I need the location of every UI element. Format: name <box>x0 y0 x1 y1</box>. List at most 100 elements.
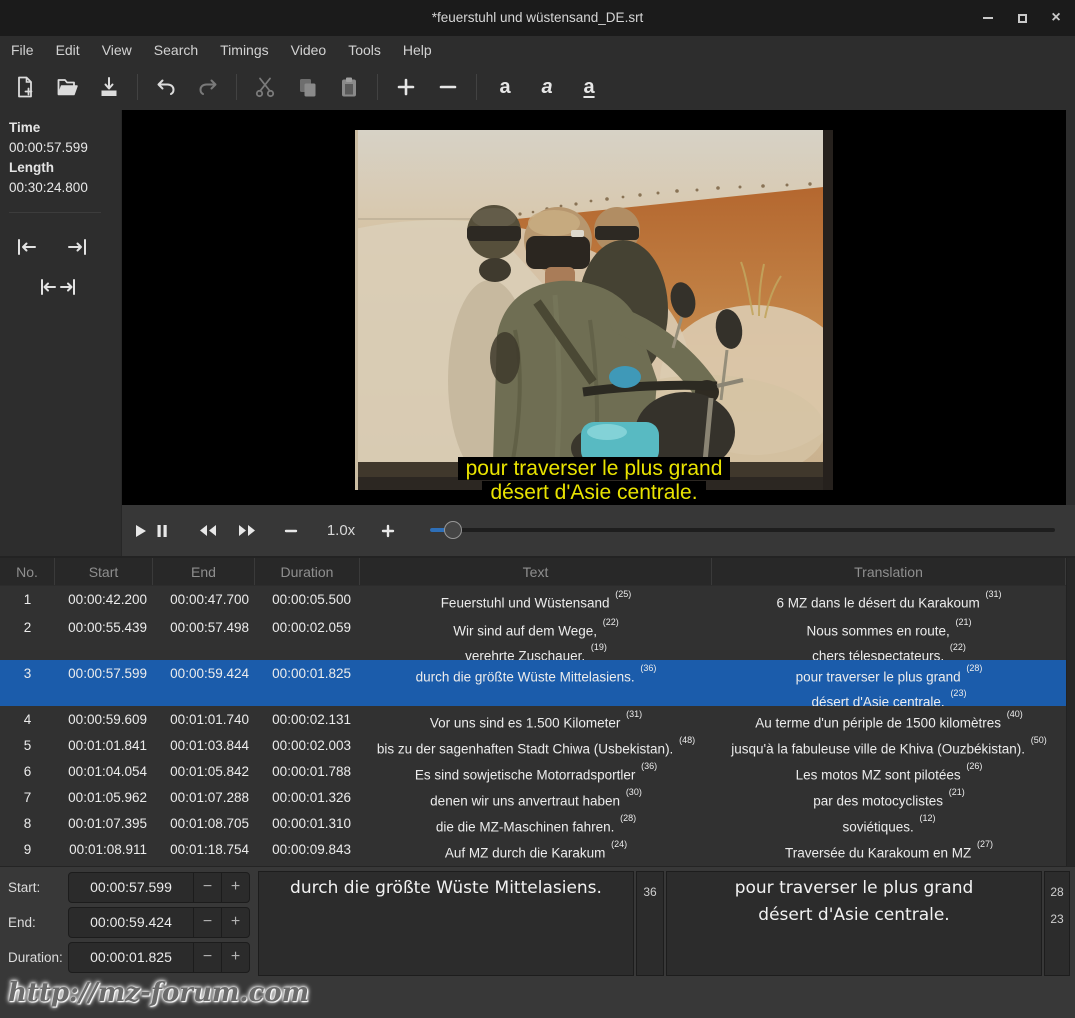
start-label: Start: <box>8 872 40 903</box>
cell: jusqu'à la fabuleuse ville de Khiva (Ouz… <box>712 735 1066 758</box>
italic-a-icon: a <box>541 77 552 97</box>
menu-view[interactable]: View <box>91 36 143 63</box>
table-row[interactable]: 800:01:07.39500:01:08.70500:00:01.310die… <box>0 810 1075 836</box>
cell: 00:01:04.054 <box>55 761 153 784</box>
insert-subtitle-button[interactable] <box>389 70 423 104</box>
column-header-duration[interactable]: Duration <box>255 558 360 585</box>
column-header-translation[interactable]: Translation <box>712 558 1066 585</box>
cut-button[interactable] <box>248 70 282 104</box>
cell: Auf MZ durch die Karakum (24) <box>360 839 712 862</box>
end-decrement-button[interactable]: − <box>193 908 221 937</box>
seek-to-end-button[interactable] <box>62 235 92 259</box>
remove-subtitle-button[interactable] <box>431 70 465 104</box>
start-input[interactable]: 00:00:57.599 <box>69 873 193 902</box>
cell: 00:00:02.003 <box>255 735 360 758</box>
video-subtitle: pour traverser le plus granddésert d'Asi… <box>122 456 1066 504</box>
maximize-icon <box>1018 14 1027 23</box>
minus-icon <box>284 524 298 538</box>
format-bold-button[interactable]: a <box>488 70 522 104</box>
table-row[interactable]: 600:01:04.05400:01:05.84200:00:01.788Es … <box>0 758 1075 784</box>
pause-button[interactable] <box>149 505 175 556</box>
table-row[interactable]: 200:00:55.43900:00:57.49800:00:02.059Wir… <box>0 614 1075 660</box>
subtitle-line: pour traverser le plus grand <box>458 457 731 480</box>
table-body: 100:00:42.20000:00:47.70000:00:05.500Feu… <box>0 586 1075 862</box>
copy-button[interactable] <box>290 70 324 104</box>
rewind-button[interactable] <box>194 505 220 556</box>
cell: 6 <box>0 761 55 784</box>
seek-to-start-button[interactable] <box>12 235 42 259</box>
playback-speed: 1.0x <box>317 505 365 556</box>
text-edit-area[interactable]: durch die größte Wüste Mittelasiens. <box>258 871 634 976</box>
cell: Wir sind auf dem Wege, (22)verehrte Zusc… <box>360 617 712 660</box>
cell: 00:00:57.498 <box>153 617 255 660</box>
end-increment-button[interactable]: + <box>221 908 249 937</box>
speed-up-button[interactable] <box>375 505 401 556</box>
translation-char-counts: 28 23 <box>1044 871 1070 976</box>
menu-video[interactable]: Video <box>280 36 338 63</box>
table-header: No.StartEndDurationTextTranslation <box>0 558 1075 586</box>
cell: 00:00:55.439 <box>55 617 153 660</box>
duration-input[interactable]: 00:00:01.825 <box>69 943 193 972</box>
seek-to-start-icon <box>15 238 39 256</box>
cell: durch die größte Wüste Mittelasiens. (36… <box>360 663 712 706</box>
toolbar-separator <box>236 74 237 100</box>
new-file-button[interactable] <box>8 70 42 104</box>
paste-button[interactable] <box>332 70 366 104</box>
table-row[interactable]: 900:01:08.91100:01:18.75400:00:09.843Auf… <box>0 836 1075 862</box>
fast-forward-button[interactable] <box>234 505 260 556</box>
column-header-end[interactable]: End <box>153 558 255 585</box>
undo-button[interactable] <box>149 70 183 104</box>
time-label: Time <box>9 118 121 138</box>
table-row[interactable]: 400:00:59.60900:01:01.74000:00:02.131Vor… <box>0 706 1075 732</box>
start-decrement-button[interactable]: − <box>193 873 221 902</box>
save-file-button[interactable] <box>92 70 126 104</box>
menu-search[interactable]: Search <box>143 36 209 63</box>
duration-increment-button[interactable]: + <box>221 943 249 972</box>
table-scrollbar[interactable] <box>1066 558 1075 866</box>
menu-timings[interactable]: Timings <box>209 36 280 63</box>
maximize-button[interactable] <box>1007 0 1037 36</box>
duration-decrement-button[interactable]: − <box>193 943 221 972</box>
table-row[interactable]: 500:01:01.84100:01:03.84400:00:02.003bis… <box>0 732 1075 758</box>
column-header-text[interactable]: Text <box>360 558 712 585</box>
plus-icon <box>381 524 395 538</box>
cell: Au terme d'un périple de 1500 kilomètres… <box>712 709 1066 732</box>
slider-track[interactable] <box>430 528 1055 532</box>
column-header-start[interactable]: Start <box>55 558 153 585</box>
column-header-no[interactable]: No. <box>0 558 55 585</box>
slider-handle[interactable] <box>444 521 462 539</box>
video-side-panel: Time 00:00:57.599 Length 00:30:24.800 <box>0 110 122 556</box>
cell: 2 <box>0 617 55 660</box>
cell: 00:01:08.911 <box>55 839 153 862</box>
close-button[interactable]: × <box>1041 0 1071 36</box>
minimize-button[interactable] <box>973 0 1003 36</box>
menu-file[interactable]: File <box>0 36 45 63</box>
table-row[interactable]: 700:01:05.96200:01:07.28800:00:01.326den… <box>0 784 1075 810</box>
redo-button[interactable] <box>191 70 225 104</box>
open-file-button[interactable] <box>50 70 84 104</box>
speed-down-button[interactable] <box>278 505 304 556</box>
table-row[interactable]: 100:00:42.20000:00:47.70000:00:05.500Feu… <box>0 586 1075 614</box>
start-increment-button[interactable]: + <box>221 873 249 902</box>
cut-icon <box>253 75 277 99</box>
seek-selection-button[interactable] <box>36 275 80 299</box>
format-italic-button[interactable]: a <box>530 70 564 104</box>
pause-icon <box>156 524 168 538</box>
cell: 7 <box>0 787 55 810</box>
cell: 8 <box>0 813 55 836</box>
undo-icon <box>154 75 178 99</box>
new-file-icon <box>13 75 37 99</box>
toolbar-separator <box>377 74 378 100</box>
position-slider[interactable] <box>430 505 1055 556</box>
end-input[interactable]: 00:00:59.424 <box>69 908 193 937</box>
translation-edit-area[interactable]: pour traverser le plus grand désert d'As… <box>666 871 1042 976</box>
cell: 3 <box>0 663 55 706</box>
video-display: pour traverser le plus granddésert d'Asi… <box>122 110 1066 505</box>
menu-help[interactable]: Help <box>392 36 443 63</box>
menu-edit[interactable]: Edit <box>45 36 91 63</box>
table-row[interactable]: 300:00:57.59900:00:59.42400:00:01.825dur… <box>0 660 1075 706</box>
window-title: *feuerstuhl und wüstensand_DE.srt <box>0 0 1075 36</box>
cell: 00:00:42.200 <box>55 589 153 614</box>
format-underline-button[interactable]: a <box>572 70 606 104</box>
menu-tools[interactable]: Tools <box>337 36 392 63</box>
